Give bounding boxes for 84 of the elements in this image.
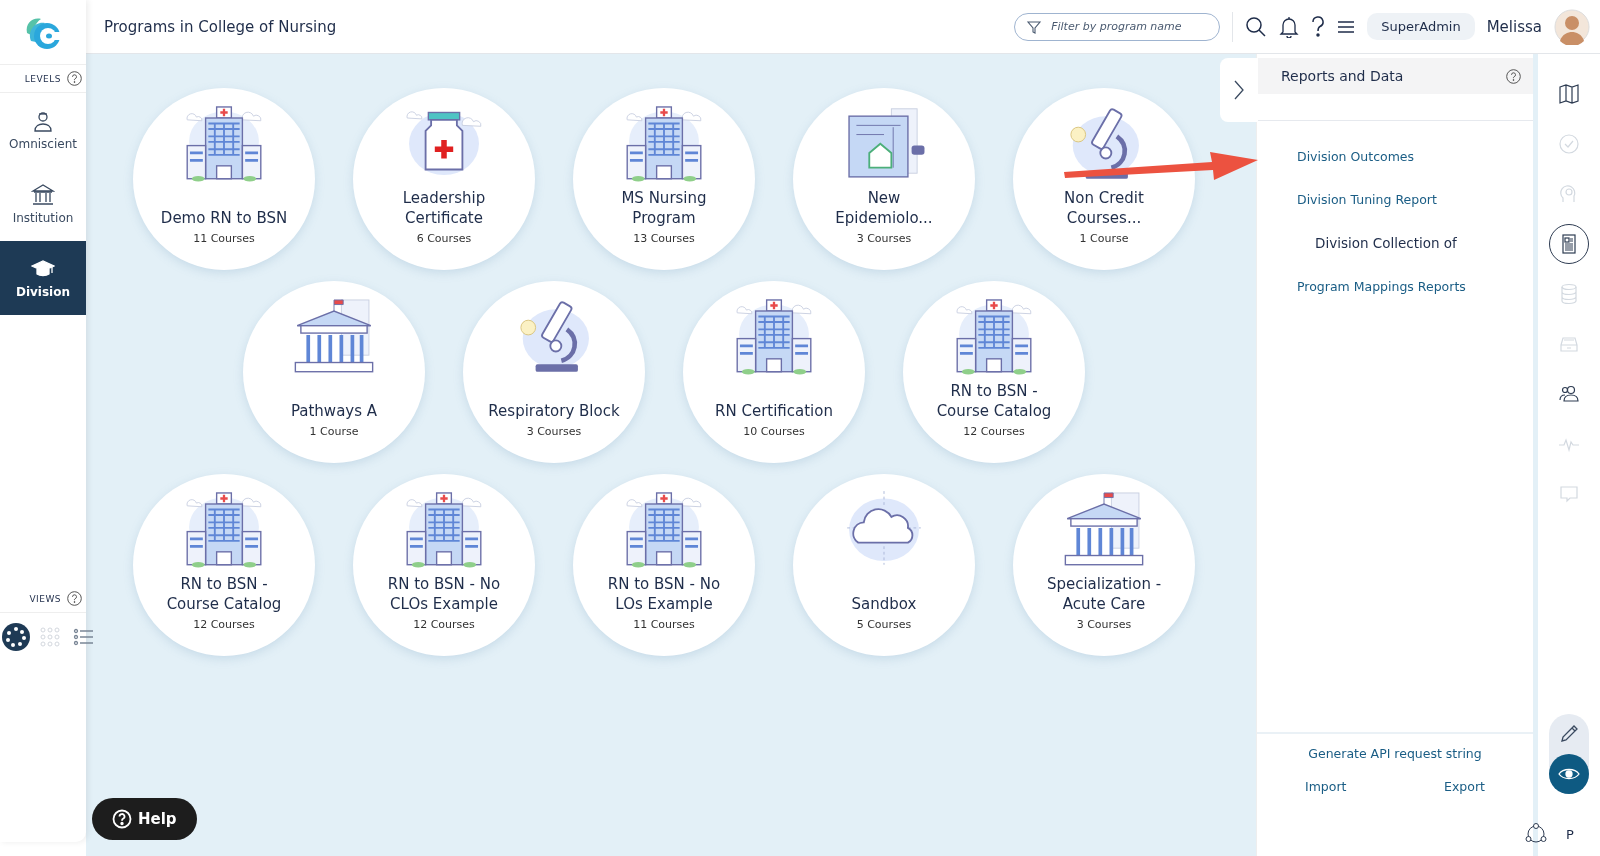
program-title: Specialization - (1046, 574, 1162, 594)
filter-icon (1026, 18, 1043, 35)
course-count: 12 Courses (193, 618, 255, 631)
chevron-right-icon (1233, 79, 1245, 101)
user-initial[interactable]: P (1566, 826, 1574, 842)
filter-field[interactable]: Filter by program name (1014, 12, 1221, 41)
program-title: Sandbox (851, 594, 917, 614)
role-badge[interactable]: SuperAdmin (1367, 13, 1475, 40)
program-card[interactable]: Pathways A 1 Course (243, 281, 425, 463)
program-card[interactable]: Sandbox 5 Courses (793, 474, 975, 656)
level-item[interactable]: Institution (0, 167, 86, 241)
program-title: RN to BSN - No (387, 574, 501, 594)
program-card[interactable]: Specialization - Acute Care 3 Courses (1013, 474, 1195, 656)
program-card[interactable]: RN to BSN - Course Catalog 12 Courses (903, 281, 1085, 463)
level-item[interactable]: Division (0, 241, 86, 315)
program-card[interactable]: New Epidemiolo... 3 Courses (793, 88, 975, 270)
views-label: VIEWS (29, 593, 61, 604)
notification-bell-icon[interactable] (1279, 15, 1300, 38)
course-count: 3 Courses (856, 232, 912, 245)
report-link[interactable]: Division Outcomes (1297, 149, 1415, 164)
mode-button[interactable] (1549, 754, 1589, 794)
pencil-icon (1558, 723, 1580, 745)
program-title: Demo RN to BSN (160, 208, 288, 228)
course-count: 1 Course (309, 425, 359, 438)
search-icon[interactable] (1245, 15, 1268, 38)
program-title: Course Catalog (166, 594, 282, 614)
program-title: Course Catalog (936, 401, 1052, 421)
level-item[interactable]: Omniscient (0, 93, 86, 167)
course-count: 3 Courses (1076, 618, 1132, 631)
program-title: MS Nursing (621, 188, 707, 208)
course-count: 11 Courses (633, 618, 695, 631)
institution-icon (31, 183, 55, 207)
program-card[interactable]: RN Certification 10 Courses (683, 281, 865, 463)
program-title: Respiratory Block (488, 401, 620, 421)
program-title: Acute Care (1062, 594, 1146, 614)
program-card[interactable]: Leadership Certificate 6 Courses (353, 88, 535, 270)
program-card[interactable]: Demo RN to BSN 11 Courses (133, 88, 315, 270)
program-title: Courses... (1066, 208, 1142, 228)
panel-title: Reports and Data (1281, 68, 1404, 84)
report-link[interactable]: Division Tuning Report (1297, 192, 1437, 207)
export-link[interactable]: Export (1444, 779, 1485, 794)
program-title: RN to BSN - (950, 381, 1038, 401)
program-title: Leadership (402, 188, 486, 208)
program-title: CLOs Example (390, 594, 498, 614)
program-title: Pathways A (290, 401, 378, 421)
course-count: 6 Courses (416, 232, 472, 245)
program-card[interactable]: RN to BSN - No LOs Example 11 Courses (573, 474, 755, 656)
course-count: 3 Courses (526, 425, 582, 438)
user-name[interactable]: Melissa (1486, 17, 1542, 36)
report-link[interactable]: Program Mappings Reports (1297, 279, 1466, 294)
program-card[interactable]: MS Nursing Program 13 Courses (573, 88, 755, 270)
import-link[interactable]: Import (1305, 779, 1347, 794)
program-title: Non Credit (1064, 188, 1144, 208)
program-title: Program (632, 208, 696, 228)
program-title: RN to BSN - No (607, 574, 721, 594)
program-card[interactable]: RN to BSN - Course Catalog 12 Courses (133, 474, 315, 656)
program-title: Epidemiolo... (835, 208, 933, 228)
avatar[interactable] (1554, 8, 1590, 45)
program-title: RN to BSN - (180, 574, 268, 594)
program-card[interactable]: Respiratory Block 3 Courses (463, 281, 645, 463)
help-button[interactable]: Help (92, 798, 197, 840)
program-title: LOs Example (615, 594, 713, 614)
person-icon (31, 109, 55, 133)
program-title: RN Certification (715, 401, 833, 421)
program-card[interactable]: RN to BSN - No CLOs Example 12 Courses (353, 474, 535, 656)
course-count: 11 Courses (193, 232, 255, 245)
course-count: 1 Course (1079, 232, 1129, 245)
levels-label: LEVELS (24, 73, 61, 84)
page-title: Programs in College of Nursing (104, 17, 337, 36)
circle-view-icon[interactable] (2, 623, 30, 651)
course-count: 12 Courses (413, 618, 475, 631)
generate-api-link[interactable]: Generate API request string (1308, 746, 1482, 761)
help-icon (112, 809, 132, 829)
course-count: 10 Courses (743, 425, 805, 438)
section-heading: Division Collection of (1315, 235, 1457, 251)
course-count: 13 Courses (633, 232, 695, 245)
course-count: 12 Courses (963, 425, 1025, 438)
program-card[interactable]: Non Credit Courses... 1 Course (1013, 88, 1195, 270)
menu-icon[interactable] (1337, 18, 1356, 35)
help-icon[interactable] (1311, 15, 1326, 38)
network-icon[interactable] (1524, 822, 1549, 846)
course-count: 5 Courses (856, 618, 912, 631)
program-title: Certificate (405, 208, 483, 228)
program-title: New (867, 188, 901, 208)
